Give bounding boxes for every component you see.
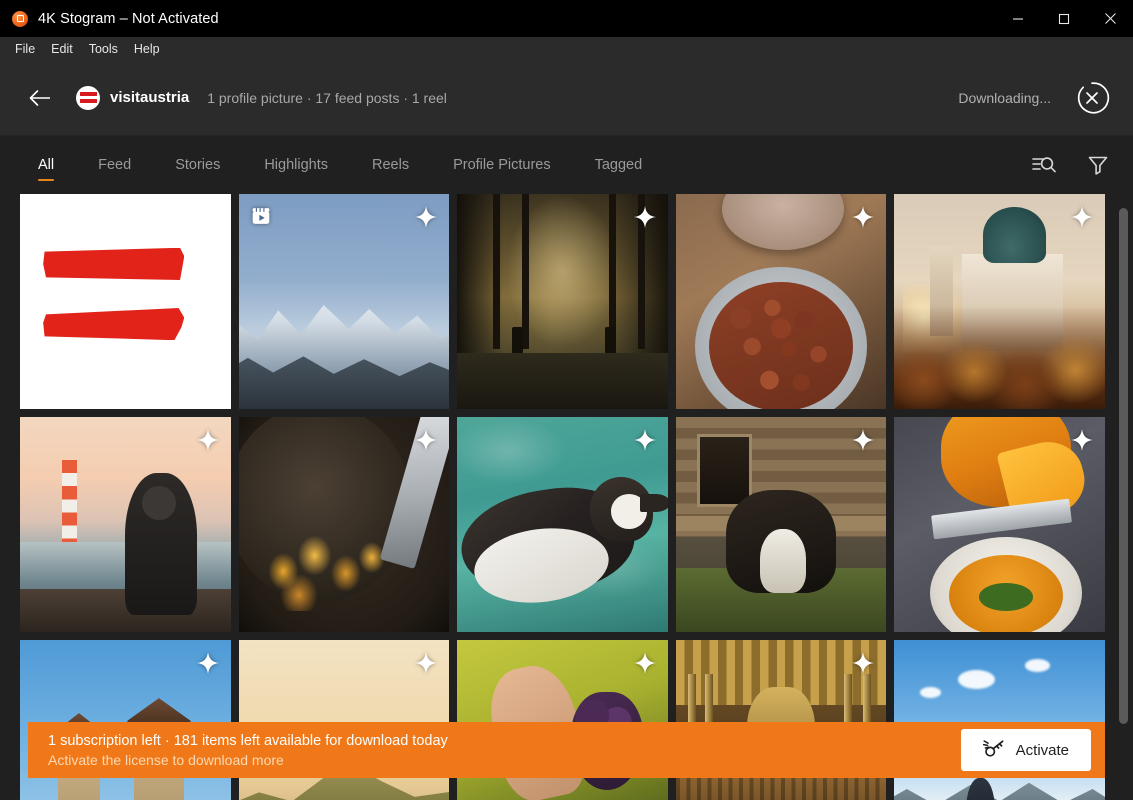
photo-tile[interactable] bbox=[20, 417, 231, 632]
cancel-download-icon bbox=[1074, 80, 1110, 116]
menu-item-help[interactable]: Help bbox=[126, 40, 168, 58]
filter-button[interactable] bbox=[1085, 152, 1111, 178]
app-window: 4K Stogram – Not Activated File bbox=[0, 0, 1133, 800]
app-logo-icon bbox=[12, 11, 28, 27]
photo-thumbnail bbox=[20, 194, 231, 409]
tab-bar: All Feed Stories Highlights Reels Profil… bbox=[0, 136, 1133, 194]
menu-item-edit[interactable]: Edit bbox=[43, 40, 81, 58]
reel-icon bbox=[251, 206, 271, 226]
photo-tile[interactable] bbox=[457, 417, 668, 632]
tab-list: All Feed Stories Highlights Reels Profil… bbox=[28, 136, 664, 194]
activate-button-label: Activate bbox=[1016, 742, 1069, 759]
photo-tile[interactable] bbox=[894, 417, 1105, 632]
account-header: visitaustria 1 profile picture · 17 feed… bbox=[0, 60, 1133, 136]
photo-grid bbox=[20, 194, 1105, 800]
title-bar: 4K Stogram – Not Activated bbox=[0, 0, 1133, 37]
vertical-scrollbar[interactable] bbox=[1118, 194, 1129, 800]
tab-tagged[interactable]: Tagged bbox=[573, 136, 665, 194]
photo-tile[interactable] bbox=[676, 417, 887, 632]
photo-tile[interactable] bbox=[457, 194, 668, 409]
banner-text-group: 1 subscription left · 181 items left ava… bbox=[48, 733, 448, 768]
photo-tile[interactable] bbox=[239, 194, 450, 409]
scrollbar-thumb[interactable] bbox=[1119, 208, 1128, 724]
search-sort-icon bbox=[1032, 154, 1056, 176]
filter-icon bbox=[1087, 154, 1109, 176]
photo-tile[interactable] bbox=[676, 194, 887, 409]
tab-reels[interactable]: Reels bbox=[350, 136, 431, 194]
window-title: 4K Stogram – Not Activated bbox=[38, 11, 219, 27]
menu-item-file[interactable]: File bbox=[7, 40, 43, 58]
maximize-button[interactable] bbox=[1041, 0, 1087, 37]
account-stats: 1 profile picture · 17 feed posts · 1 re… bbox=[207, 90, 447, 106]
window-controls bbox=[995, 0, 1133, 37]
gallery-scroll-area[interactable]: 1 subscription left · 181 items left ava… bbox=[0, 194, 1133, 800]
sparkle-icon bbox=[415, 652, 437, 674]
sparkle-icon bbox=[197, 429, 219, 451]
avatar[interactable] bbox=[76, 86, 100, 110]
sparkle-icon bbox=[634, 206, 656, 228]
photo-tile[interactable] bbox=[894, 194, 1105, 409]
banner-subline: Activate the license to download more bbox=[48, 752, 448, 768]
sparkle-icon bbox=[852, 652, 874, 674]
sparkle-icon bbox=[197, 652, 219, 674]
tab-highlights[interactable]: Highlights bbox=[242, 136, 350, 194]
menu-bar: File Edit Tools Help bbox=[0, 37, 1133, 60]
banner-headline: 1 subscription left · 181 items left ava… bbox=[48, 733, 448, 749]
subscription-banner: 1 subscription left · 181 items left ava… bbox=[28, 722, 1105, 778]
cancel-download-button[interactable] bbox=[1073, 79, 1111, 117]
sparkle-icon bbox=[852, 429, 874, 451]
photo-tile[interactable] bbox=[239, 417, 450, 632]
back-button[interactable] bbox=[26, 84, 54, 112]
sparkle-icon bbox=[415, 429, 437, 451]
key-icon bbox=[983, 740, 1005, 760]
tab-all[interactable]: All bbox=[28, 136, 76, 194]
tab-actions bbox=[1031, 152, 1111, 178]
sparkle-icon bbox=[1071, 429, 1093, 451]
minimize-icon bbox=[1012, 13, 1024, 25]
sparkle-icon bbox=[634, 429, 656, 451]
menu-item-tools[interactable]: Tools bbox=[81, 40, 126, 58]
tab-stories[interactable]: Stories bbox=[153, 136, 242, 194]
header-right-group: Downloading... bbox=[958, 79, 1111, 117]
back-arrow-icon bbox=[29, 89, 51, 107]
search-sort-button[interactable] bbox=[1031, 152, 1057, 178]
sparkle-icon bbox=[634, 652, 656, 674]
tab-feed[interactable]: Feed bbox=[76, 136, 153, 194]
tab-profile-pictures[interactable]: Profile Pictures bbox=[431, 136, 573, 194]
activate-button[interactable]: Activate bbox=[961, 729, 1091, 771]
sparkle-icon bbox=[1071, 206, 1093, 228]
sparkle-icon bbox=[852, 206, 874, 228]
close-icon bbox=[1104, 12, 1117, 25]
account-name: visitaustria bbox=[110, 89, 189, 106]
close-button[interactable] bbox=[1087, 0, 1133, 37]
photo-tile[interactable] bbox=[20, 194, 231, 409]
sparkle-icon bbox=[415, 206, 437, 228]
maximize-icon bbox=[1058, 13, 1070, 25]
minimize-button[interactable] bbox=[995, 0, 1041, 37]
download-status: Downloading... bbox=[958, 90, 1051, 106]
